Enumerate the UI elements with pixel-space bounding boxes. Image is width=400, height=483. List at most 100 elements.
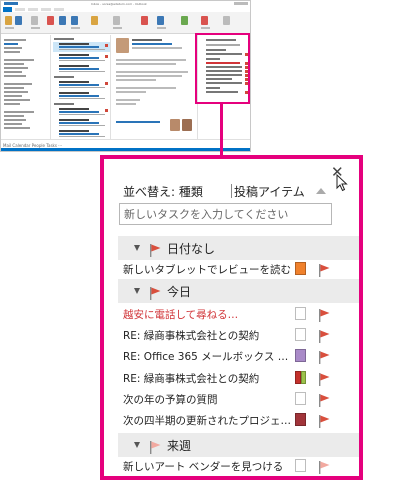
task-row[interactable]: RE: 緑商事株式会社との契約 (118, 325, 359, 345)
folder-item (4, 115, 24, 117)
category-box[interactable] (295, 262, 306, 275)
task-flag[interactable] (319, 459, 330, 478)
folder-item (4, 99, 30, 101)
ribbon-label (71, 27, 80, 29)
ribbon-button-icon (59, 16, 66, 25)
folder-item (4, 127, 30, 129)
task-row[interactable]: RE: Office 365 メールボックス スペ… (118, 346, 359, 366)
reading-line (116, 121, 160, 123)
flag-icon (319, 309, 330, 322)
ribbon-label (113, 27, 122, 29)
ribbon-button-icon (201, 16, 208, 25)
list-item (53, 53, 110, 63)
ribbon (1, 12, 250, 34)
ribbon-button-icon (141, 16, 148, 25)
list-item (53, 42, 110, 52)
group-flag-icon (150, 441, 161, 454)
window-controls (234, 2, 248, 5)
task-group-header[interactable]: 来週 (118, 433, 359, 457)
task-row[interactable]: 新しいタブレットでレビューを読む (118, 259, 359, 279)
list-item (53, 80, 110, 90)
folder-item (4, 71, 22, 73)
ribbon-tab (28, 8, 38, 11)
ribbon-button-icon (47, 16, 54, 25)
category-box[interactable] (295, 392, 306, 405)
category-box[interactable] (295, 328, 306, 341)
reading-line (116, 63, 176, 65)
task-title: 次の四半期の更新されたプロジェクト… (123, 415, 293, 427)
new-task-input[interactable] (119, 203, 332, 225)
list-item (53, 64, 110, 74)
sort-divider (231, 184, 232, 198)
highlight-box (195, 33, 250, 104)
reading-line (116, 99, 140, 101)
category-box[interactable] (295, 459, 306, 472)
reading-line (116, 79, 156, 81)
category-box[interactable] (295, 307, 306, 320)
task-row[interactable]: 次の四半期の更新されたプロジェクト… (118, 410, 359, 430)
arrange-value[interactable]: 投稿アイテム (234, 183, 305, 200)
reading-line (132, 39, 162, 41)
folder-item (4, 123, 22, 125)
folder-item (4, 47, 22, 49)
task-flag[interactable] (319, 371, 330, 390)
folder-item (4, 91, 28, 93)
ribbon-label (201, 27, 210, 29)
flag-icon (319, 351, 330, 364)
ribbon-tab (15, 8, 25, 11)
collapse-arrow-icon[interactable] (134, 288, 140, 294)
group-flag-icon (150, 244, 161, 257)
folder-item (4, 111, 34, 113)
folder-item (4, 51, 20, 53)
list-group-header (54, 76, 74, 78)
list-item (53, 107, 110, 117)
ribbon-label (31, 27, 40, 29)
sort-by-button[interactable]: 並べ替え: 種類 (123, 183, 203, 200)
collapse-arrow-icon[interactable] (134, 245, 140, 251)
task-flag[interactable] (319, 328, 330, 347)
list-item (53, 129, 110, 139)
ribbon-button-icon (71, 16, 78, 25)
task-group-header[interactable]: 今日 (118, 279, 359, 303)
todo-panel-zoom: ✕ 並べ替え: 種類 投稿アイテム 日付なし新しいタブレットでレビューを読む今日… (100, 155, 363, 480)
task-row[interactable]: 越安に電話して尋ねる… (118, 304, 359, 324)
ribbon-button-icon (223, 16, 230, 25)
reading-line (116, 103, 136, 105)
sort-ascending-icon[interactable] (316, 188, 326, 194)
folder-item (4, 87, 24, 89)
ribbon-button-icon (31, 16, 38, 25)
ribbon-button-icon (91, 16, 98, 25)
task-flag[interactable] (319, 307, 330, 326)
reading-line (132, 43, 172, 45)
task-row[interactable]: 新しいアート ベンダーを見つける (118, 456, 359, 476)
reading-pane (112, 35, 196, 139)
sort-header: 並べ替え: 種類 投稿アイテム (118, 181, 336, 201)
task-row[interactable]: 次の年の予算の質問 (118, 389, 359, 409)
task-group-header[interactable]: 日付なし (118, 236, 359, 260)
group-label: 日付なし (167, 242, 216, 256)
task-flag[interactable] (319, 413, 330, 432)
task-title: 次の年の予算の質問 (123, 394, 218, 406)
folder-item (4, 75, 26, 77)
folder-item (4, 119, 26, 121)
flag-icon (319, 264, 330, 277)
task-row[interactable]: RE: 緑商事株式会社との契約 (118, 368, 359, 388)
category-box[interactable] (295, 349, 306, 362)
category-box[interactable] (295, 371, 306, 384)
folder-item (4, 103, 20, 105)
list-item (53, 118, 110, 128)
category-box[interactable] (295, 413, 306, 426)
sender-avatar (116, 38, 129, 53)
task-flag[interactable] (319, 349, 330, 368)
folder-pane (1, 35, 51, 139)
ribbon-label (157, 27, 166, 29)
ribbon-button-icon (157, 16, 164, 25)
folder-item (4, 83, 32, 85)
task-title: RE: 緑商事株式会社との契約 (123, 330, 260, 342)
flag-icon (319, 415, 330, 428)
collapse-arrow-icon[interactable] (134, 442, 140, 448)
ribbon-button-icon (181, 16, 188, 25)
figure-stage: Inbox - sonia@adatum.com - Outlook Mail … (0, 0, 400, 483)
reading-line (116, 91, 146, 93)
task-flag[interactable] (319, 392, 330, 411)
